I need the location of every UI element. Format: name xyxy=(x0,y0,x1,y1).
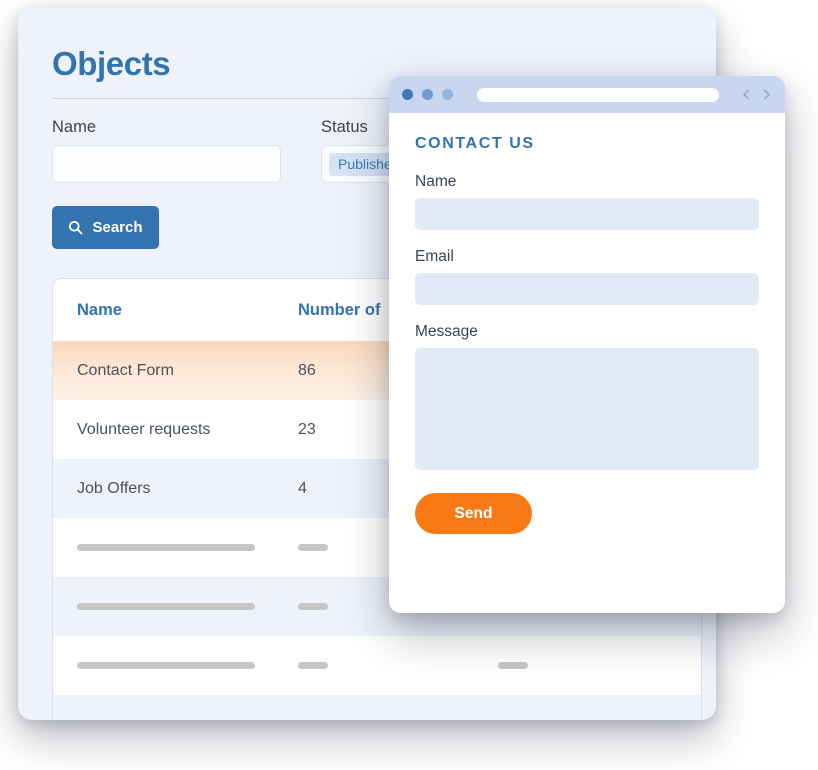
cell-name: Contact Form xyxy=(77,361,174,379)
send-button[interactable]: Send xyxy=(415,493,532,535)
chevron-left-icon[interactable] xyxy=(741,88,752,101)
skeleton-bar xyxy=(498,662,528,670)
screenshot-stage: Objects Name Status Published ✕ xyxy=(0,0,818,770)
skeleton-bar xyxy=(298,603,328,611)
cell-third-skeleton xyxy=(498,662,701,670)
contact-form-heading: CONTACT US xyxy=(415,135,535,152)
window-dot-maximize-icon[interactable] xyxy=(442,89,453,100)
name-filter-input[interactable] xyxy=(52,145,281,184)
email-input[interactable] xyxy=(415,273,759,306)
skeleton-bar xyxy=(298,662,328,670)
window-dot-minimize-icon[interactable] xyxy=(422,89,433,100)
cell-number-skeleton xyxy=(298,662,498,670)
search-button[interactable]: Search xyxy=(52,206,159,250)
cell-name-skeleton xyxy=(53,544,298,552)
column-header-name[interactable]: Name xyxy=(53,302,298,319)
search-button-label: Search xyxy=(92,219,143,237)
name-input[interactable] xyxy=(415,198,759,231)
cell-name: Volunteer requests xyxy=(77,420,211,438)
url-bar[interactable] xyxy=(477,87,719,102)
table-row-skeleton xyxy=(53,695,701,720)
message-textarea[interactable] xyxy=(415,348,759,471)
cell-name-skeleton xyxy=(53,603,298,611)
window-control-dots xyxy=(402,89,453,100)
skeleton-bar xyxy=(77,603,255,611)
name-filter-label: Name xyxy=(52,118,97,137)
skeleton-bar xyxy=(77,662,255,670)
contact-form: CONTACT US Name Email Message Send xyxy=(389,113,785,535)
name-field-label: Name xyxy=(415,173,457,190)
message-field-label: Message xyxy=(415,323,478,341)
contact-browser-window: CONTACT US Name Email Message Send xyxy=(389,76,785,613)
table-row-skeleton xyxy=(53,636,701,696)
name-filter-field: Name xyxy=(52,118,281,184)
skeleton-bar xyxy=(77,544,255,552)
cell-name-skeleton xyxy=(53,662,298,670)
email-field-label: Email xyxy=(415,248,454,266)
cell-name: Job Offers xyxy=(77,479,151,497)
chevron-right-icon[interactable] xyxy=(761,88,772,101)
search-icon xyxy=(68,220,83,235)
browser-chrome xyxy=(389,76,785,113)
window-dot-close-icon[interactable] xyxy=(402,89,413,100)
skeleton-bar xyxy=(298,544,328,552)
browser-nav-arrows xyxy=(741,88,772,101)
